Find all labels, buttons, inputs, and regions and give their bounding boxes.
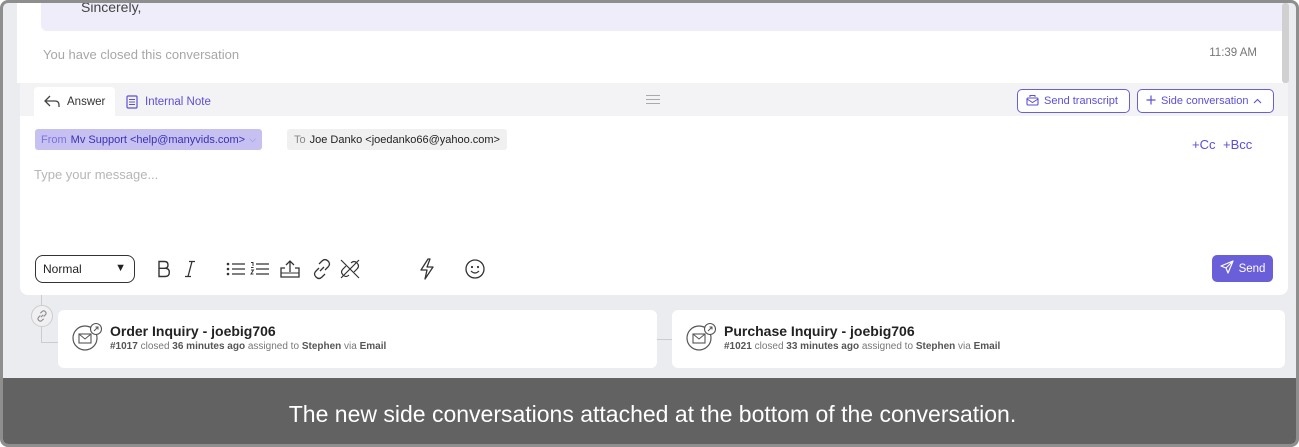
- side-conversation-button[interactable]: Side conversation: [1137, 89, 1274, 113]
- paper-plane-icon: [1219, 260, 1234, 277]
- tab-answer-label: Answer: [67, 95, 106, 108]
- reply-icon: [44, 95, 60, 108]
- side-conversation-card[interactable]: Order Inquiry - joebig706 #1017 closed 3…: [58, 310, 657, 368]
- transcript-icon: [1026, 94, 1039, 109]
- tab-internal-note-label: Internal Note: [145, 95, 211, 108]
- email-side-conversation-icon: [684, 322, 718, 357]
- connector-line: [41, 295, 42, 305]
- send-button[interactable]: Send: [1212, 255, 1273, 282]
- connector-line: [41, 342, 59, 343]
- message-input[interactable]: [34, 167, 934, 182]
- connector-line: [657, 339, 672, 340]
- plus-icon: [1146, 95, 1156, 108]
- from-value: Mv Support <help@manyvids.com>: [70, 133, 246, 146]
- add-cc-link[interactable]: +Cc: [1192, 137, 1215, 152]
- side-conversation-title: Purchase Inquiry - joebig706: [724, 323, 915, 339]
- to-field[interactable]: To Joe Danko <joedanko66@yahoo.com>: [287, 129, 507, 150]
- previous-message-text: Sincerely,: [81, 0, 142, 15]
- to-label: To: [294, 133, 306, 146]
- to-value: Joe Danko <joedanko66@yahoo.com>: [309, 133, 500, 146]
- resize-handle-icon[interactable]: [646, 95, 660, 107]
- connector-line: [41, 327, 42, 342]
- email-side-conversation-icon: [70, 322, 104, 357]
- unlink-icon[interactable]: [338, 256, 362, 282]
- side-conversation-label: Side conversation: [1161, 95, 1249, 107]
- closed-notice-text: You have closed this conversation: [43, 47, 240, 62]
- side-conversation-title: Order Inquiry - joebig706: [110, 323, 276, 339]
- emoji-icon[interactable]: [463, 256, 487, 282]
- note-icon: [126, 94, 138, 109]
- send-transcript-label: Send transcript: [1044, 95, 1118, 107]
- composer-tabs-bar: Answer Internal Note Send transcript Sid…: [20, 83, 1288, 116]
- scrollbar[interactable]: [1282, 3, 1289, 83]
- text-format-select[interactable]: Normal ▼: [35, 255, 135, 283]
- reply-composer: Answer Internal Note Send transcript Sid…: [20, 83, 1288, 295]
- conversation-thread: Sincerely, You have closed this conversa…: [17, 3, 1286, 83]
- side-conversation-meta: #1021 closed 33 minutes ago assigned to …: [724, 341, 1001, 352]
- link-icon: [31, 305, 53, 327]
- screenshot-frame: Sincerely, You have closed this conversa…: [0, 0, 1299, 447]
- bold-icon[interactable]: [153, 256, 175, 282]
- closed-notice: You have closed this conversation 11:39 …: [17, 41, 1283, 69]
- send-transcript-button[interactable]: Send transcript: [1017, 89, 1130, 113]
- side-conversation-meta: #1017 closed 36 minutes ago assigned to …: [110, 341, 387, 352]
- previous-message: Sincerely,: [41, 3, 1286, 31]
- tab-answer[interactable]: Answer: [34, 87, 116, 116]
- chevron-down-icon: ⌵: [249, 134, 256, 144]
- closed-notice-time: 11:39 AM: [1209, 47, 1257, 59]
- tab-internal-note[interactable]: Internal Note: [116, 87, 221, 116]
- numbered-list-icon[interactable]: [249, 256, 271, 282]
- caret-down-icon: ▼: [115, 262, 126, 274]
- chevron-up-icon: [1253, 95, 1262, 107]
- upload-icon[interactable]: [278, 256, 302, 282]
- lightning-icon[interactable]: [416, 256, 438, 282]
- italic-icon[interactable]: [180, 256, 200, 282]
- send-label: Send: [1238, 262, 1266, 275]
- link-icon[interactable]: [310, 256, 334, 282]
- caption-banner: The new side conversations attached at t…: [3, 378, 1296, 444]
- from-field[interactable]: From Mv Support <help@manyvids.com> ⌵: [35, 129, 262, 150]
- formatting-toolbar: Normal ▼ Send: [35, 255, 1275, 285]
- side-conversation-card[interactable]: Purchase Inquiry - joebig706 #1021 close…: [672, 310, 1285, 368]
- bullet-list-icon[interactable]: [225, 256, 247, 282]
- from-label: From: [41, 133, 67, 146]
- add-bcc-link[interactable]: +Bcc: [1223, 137, 1252, 152]
- text-format-value: Normal: [43, 262, 82, 276]
